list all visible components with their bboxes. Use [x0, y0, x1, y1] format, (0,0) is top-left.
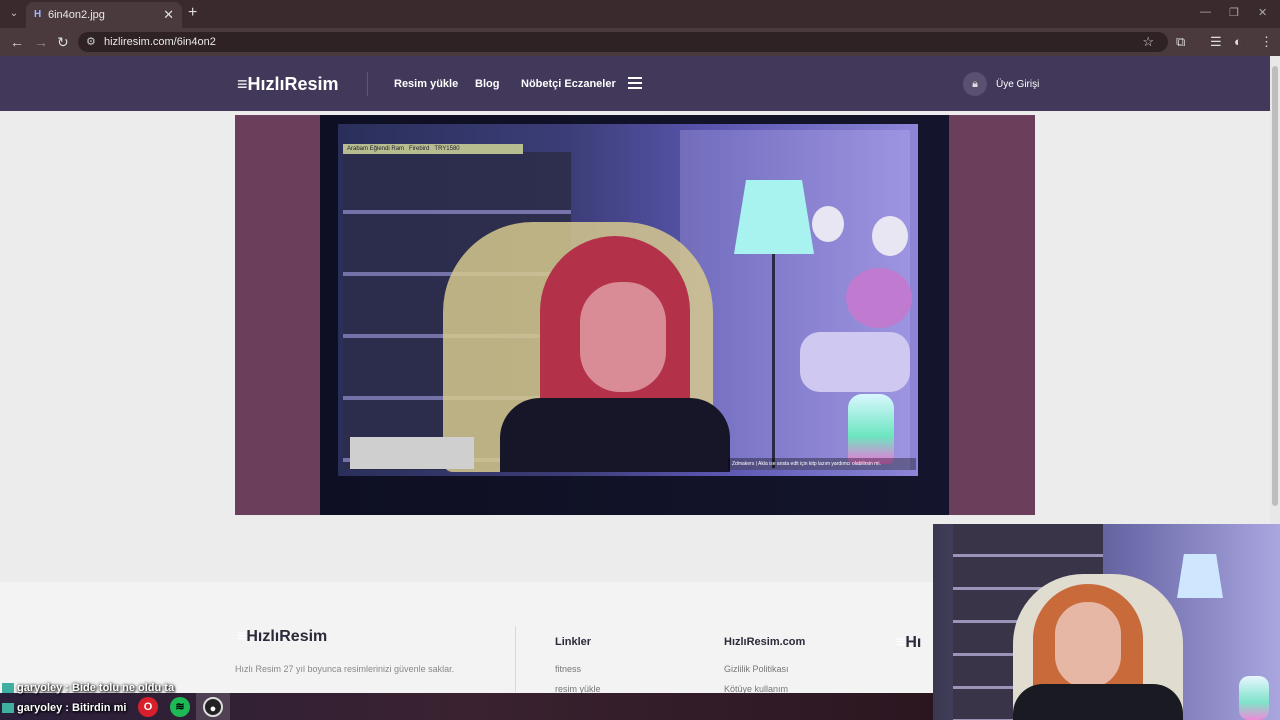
- chat-badge-icon: [2, 683, 14, 694]
- nav-upload-link[interactable]: Resim yükle: [394, 78, 458, 90]
- hamburger-menu-icon[interactable]: [628, 77, 642, 89]
- chat-message: garyoley : Bide tolu ne oldu ta: [2, 682, 174, 694]
- browser-menu-icon[interactable]: ⋮: [1260, 34, 1273, 50]
- opera-icon[interactable]: O: [138, 697, 158, 717]
- tab-title: 6in4on2.jpg: [48, 9, 105, 21]
- restore-icon[interactable]: ❐: [1229, 6, 1239, 19]
- header-divider: [367, 72, 368, 96]
- taskbar: O ≋ ●: [0, 693, 933, 720]
- webcam-person-face: [1055, 602, 1121, 688]
- favicon-icon: H: [34, 9, 42, 20]
- browser-tab[interactable]: H 6in4on2.jpg ✕: [26, 2, 182, 28]
- bookmark-star-icon[interactable]: ☆: [1142, 34, 1154, 50]
- tab-search-icon[interactable]: ⌄: [6, 6, 22, 22]
- address-bar-row: ← → ↻ ⚙ hizliresim.com/6in4on2 ☆ ⧉ ☰ ◐ ⋮: [0, 28, 1280, 56]
- footer-description: Hızlı Resim 27 yıl boyunca resimlerinizi…: [235, 664, 455, 674]
- window-close-icon[interactable]: ✕: [1258, 6, 1267, 19]
- footer-link-fitness[interactable]: fitness: [555, 664, 581, 674]
- browser-tab-strip: ⌄ H 6in4on2.jpg ✕ + — ❐ ✕: [0, 0, 1280, 28]
- person-face: [580, 282, 666, 392]
- chat-badge-icon: [2, 703, 14, 714]
- footer-partial-logo: ≡ Hı: [896, 634, 922, 651]
- footer-divider: [515, 626, 516, 692]
- login-link[interactable]: Üye Girişi: [996, 79, 1039, 90]
- plushie: [846, 268, 912, 328]
- profile-icon[interactable]: ◐: [1234, 34, 1242, 49]
- lock-icon[interactable]: 🔒︎: [963, 72, 987, 96]
- person-body: [500, 398, 730, 472]
- footer-links-title: Linkler: [555, 636, 592, 648]
- spotify-icon[interactable]: ≋: [170, 697, 190, 717]
- stream-overlay-top: Arabam Eğlendi Ram Firebird TRY1580: [343, 144, 523, 154]
- footer-logo[interactable]: ≡ HızlıResim: [237, 628, 327, 646]
- pillow: [800, 332, 910, 392]
- webcam-person-body: [1013, 684, 1183, 720]
- night-lamp: [848, 394, 894, 464]
- stream-overlay-bottom: [350, 437, 474, 469]
- reading-list-icon[interactable]: ☰: [1210, 34, 1222, 50]
- webcam-overlay: [933, 524, 1280, 720]
- url-text: hizliresim.com/6in4on2: [104, 36, 216, 48]
- site-header: ≡ HızlıResim Resim yükle Blog Nöbetçi Ecz…: [0, 56, 1270, 111]
- obs-icon[interactable]: ●: [203, 697, 223, 717]
- chat-message: garyoley : Bitirdin mi: [2, 702, 126, 714]
- plushie: [812, 206, 844, 242]
- webcam-lamp: [1177, 554, 1223, 598]
- back-button[interactable]: ←: [10, 34, 24, 50]
- floor-lamp: [734, 180, 814, 254]
- nav-pharmacy-link[interactable]: Nöbetçi Eczaneler: [521, 78, 616, 90]
- footer-site-title: HızlıResim.com: [724, 636, 806, 648]
- reload-button[interactable]: ↻: [57, 34, 69, 51]
- minimize-icon[interactable]: —: [1200, 6, 1211, 18]
- url-input[interactable]: ⚙ hizliresim.com/6in4on2 ☆: [78, 32, 1168, 52]
- webcam-night-lamp: [1239, 676, 1269, 720]
- extensions-icon[interactable]: ⧉: [1176, 34, 1185, 50]
- new-tab-button[interactable]: +: [188, 4, 197, 22]
- nav-blog-link[interactable]: Blog: [475, 78, 499, 90]
- scrollbar-thumb[interactable]: [1272, 66, 1278, 506]
- plushie: [872, 216, 908, 256]
- stream-caption: Zdmakers | Akla ise ansta edit için kitp…: [728, 458, 916, 470]
- forward-button[interactable]: →: [34, 34, 48, 50]
- logo-speed-icon: ≡: [237, 628, 246, 645]
- logo-speed-icon: ≡: [237, 74, 247, 94]
- footer-link-privacy[interactable]: Gizlilik Politikası: [724, 664, 789, 674]
- site-logo[interactable]: ≡ HızlıResim: [237, 74, 339, 95]
- tab-close-icon[interactable]: ✕: [163, 7, 174, 23]
- lamp-pole: [772, 254, 775, 468]
- site-info-icon[interactable]: ⚙: [86, 35, 96, 48]
